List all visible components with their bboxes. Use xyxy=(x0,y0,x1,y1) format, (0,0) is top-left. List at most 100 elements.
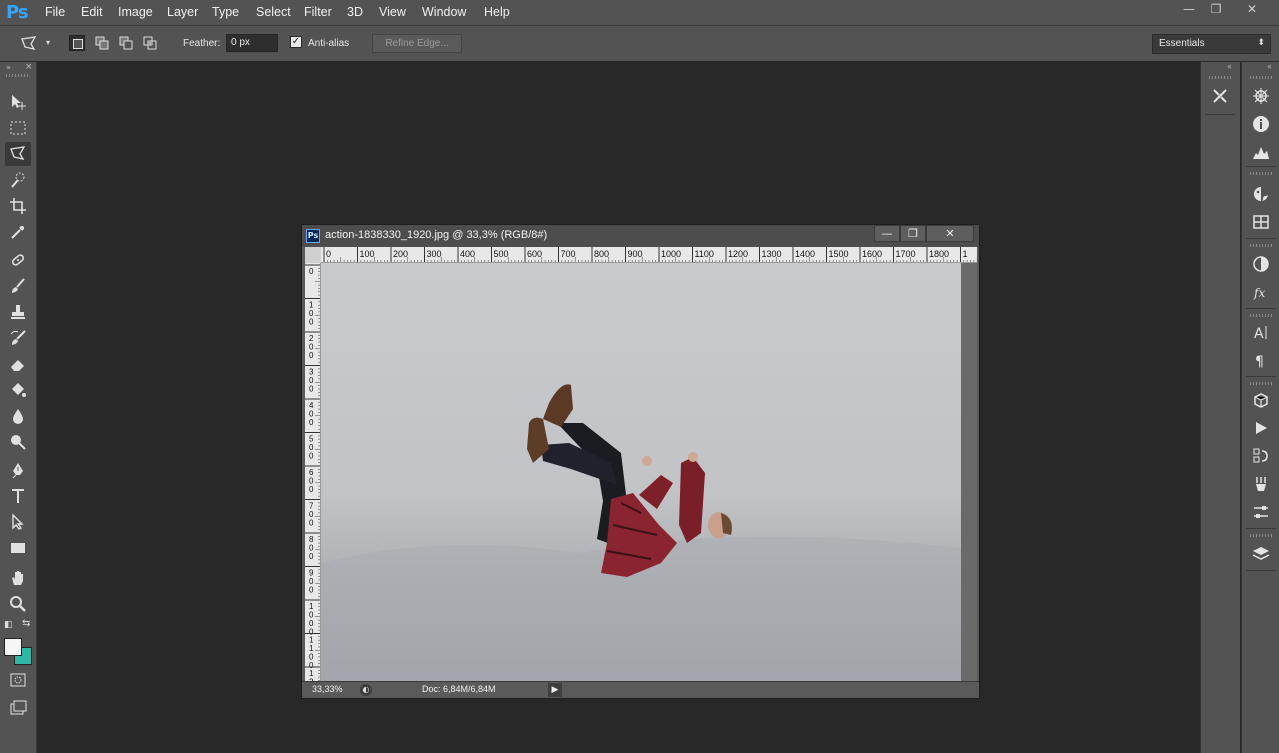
info-panel-button[interactable] xyxy=(1248,112,1274,136)
ruler-tick-label: 800 xyxy=(594,249,609,259)
quick-mask-button[interactable] xyxy=(5,668,31,692)
adjustments-panel-button[interactable] xyxy=(1248,252,1274,276)
menu-file[interactable]: File xyxy=(45,5,65,19)
swatches-panel-button[interactable] xyxy=(1248,210,1274,234)
collapse-panel-icon[interactable]: « xyxy=(1227,62,1232,71)
histogram-panel-button[interactable] xyxy=(1248,140,1274,164)
clone-stamp-tool[interactable] xyxy=(5,300,31,324)
panel-grip[interactable] xyxy=(1250,382,1272,385)
intersect-selection-button[interactable] xyxy=(142,35,158,51)
app-minimize-button[interactable]: — xyxy=(1175,0,1203,18)
document-size-info: Doc: 6,84M/6,84M xyxy=(422,684,496,694)
history-brush-tool[interactable] xyxy=(5,326,31,350)
layers-panel-button[interactable] xyxy=(1248,542,1274,566)
hand-tool[interactable] xyxy=(5,566,31,590)
default-colors-icon[interactable]: ◧ xyxy=(4,620,13,630)
feather-input[interactable]: 0 px xyxy=(226,34,278,52)
refine-edge-button[interactable]: Refine Edge... xyxy=(372,34,462,53)
collapse-panel-icon[interactable]: » xyxy=(6,63,11,72)
panel-grip[interactable] xyxy=(1250,172,1272,175)
menu-edit[interactable]: Edit xyxy=(81,5,103,19)
navigator-panel-button[interactable] xyxy=(1248,84,1274,108)
actions-panel-button[interactable] xyxy=(1248,416,1274,440)
horizontal-ruler[interactable]: 0 100 200 300 400 500 600 700 800 900 1000 1100 1200… xyxy=(321,247,977,263)
doc-minimize-button[interactable]: — xyxy=(874,225,900,242)
image-canvas[interactable] xyxy=(321,263,961,681)
menu-filter[interactable]: Filter xyxy=(304,5,332,19)
document-titlebar[interactable]: Ps action-1838330_1920.jpg @ 33,3% (RGB/… xyxy=(302,225,979,247)
eyedropper-tool[interactable] xyxy=(5,220,31,244)
ps-document-icon: Ps xyxy=(306,229,320,243)
app-restore-button[interactable]: ❐ xyxy=(1202,0,1230,18)
crop-tool[interactable] xyxy=(5,194,31,218)
menu-select[interactable]: Select xyxy=(256,5,291,19)
dodge-tool[interactable] xyxy=(5,430,31,454)
tool-presets-panel-button[interactable] xyxy=(1207,84,1233,108)
foreground-color-swatch[interactable] xyxy=(4,638,22,656)
move-tool[interactable] xyxy=(5,90,31,114)
menu-type[interactable]: Type xyxy=(212,5,239,19)
paint-bucket-icon xyxy=(12,383,26,397)
3d-panel-button[interactable] xyxy=(1248,388,1274,412)
panel-grip[interactable] xyxy=(1250,244,1272,247)
zoom-level[interactable]: 33,33% xyxy=(312,684,343,694)
ruler-origin[interactable] xyxy=(305,247,321,263)
app-close-button[interactable]: ✕ xyxy=(1238,0,1266,18)
add-selection-button[interactable] xyxy=(94,35,110,51)
healing-tool[interactable] xyxy=(5,248,31,272)
subtract-selection-button[interactable] xyxy=(118,35,134,51)
zoom-tool[interactable] xyxy=(5,592,31,616)
marquee-tool[interactable] xyxy=(5,116,31,140)
panel-grip[interactable] xyxy=(6,74,30,77)
screen-mode-button[interactable] xyxy=(5,696,31,720)
lasso-tool[interactable] xyxy=(5,142,31,166)
panel-grip[interactable] xyxy=(1250,314,1272,317)
new-selection-button[interactable] xyxy=(69,35,85,51)
pen-tool[interactable] xyxy=(5,458,31,482)
properties-panel-button[interactable] xyxy=(1248,500,1274,524)
brush-tool[interactable] xyxy=(5,274,31,298)
status-arrow-icon[interactable]: ▶ xyxy=(548,683,562,697)
document-window[interactable]: Ps action-1838330_1920.jpg @ 33,3% (RGB/… xyxy=(301,224,980,699)
vertical-scrollbar[interactable] xyxy=(961,263,977,681)
vertical-ruler[interactable]: 0 100 200 300 400 500 600 700 800 900 1000110012 xyxy=(305,263,321,681)
tool-preset-picker[interactable] xyxy=(20,35,38,53)
menu-layer[interactable]: Layer xyxy=(167,5,198,19)
color-panel-button[interactable] xyxy=(1248,182,1274,206)
ruler-tick-label: 1500 xyxy=(829,249,849,259)
path-selection-tool[interactable] xyxy=(5,510,31,534)
shape-tool[interactable] xyxy=(5,536,31,560)
paragraph-panel-button[interactable]: ¶ xyxy=(1248,348,1274,372)
menu-view[interactable]: View xyxy=(379,5,406,19)
type-tool[interactable] xyxy=(5,484,31,508)
close-panel-icon[interactable]: × xyxy=(25,62,33,72)
brush-presets-panel-button[interactable] xyxy=(1248,472,1274,496)
ruler-tick-label: 900 xyxy=(628,249,643,259)
eraser-tool[interactable] xyxy=(5,352,31,376)
polygonal-lasso-icon xyxy=(10,146,26,160)
character-panel-button[interactable]: A xyxy=(1248,320,1274,344)
panel-grip[interactable] xyxy=(1250,534,1272,537)
panel-grip[interactable] xyxy=(1250,76,1272,79)
ruler-tick-label: 1800 xyxy=(929,249,949,259)
panel-grip[interactable] xyxy=(1209,76,1231,79)
maximize-icon: ❐ xyxy=(908,227,918,240)
paint-bucket-tool[interactable] xyxy=(5,378,31,402)
status-menu-icon[interactable]: ◐ xyxy=(360,684,372,696)
antialias-checkbox[interactable]: ✓ xyxy=(290,36,302,48)
ruler-tick-label: 1700 xyxy=(896,249,916,259)
history-panel-button[interactable] xyxy=(1248,444,1274,468)
menu-help[interactable]: Help xyxy=(484,5,510,19)
menu-image[interactable]: Image xyxy=(118,5,153,19)
doc-maximize-button[interactable]: ❐ xyxy=(900,225,926,242)
chevron-down-icon[interactable]: ▾ xyxy=(46,38,50,47)
collapse-panel-icon[interactable]: « xyxy=(1267,62,1272,71)
blur-tool[interactable] xyxy=(5,404,31,428)
swap-colors-icon[interactable]: ⇆ xyxy=(22,618,30,629)
quick-selection-tool[interactable] xyxy=(5,168,31,192)
workspace-select[interactable]: Essentials ⬍ xyxy=(1152,34,1271,54)
doc-close-button[interactable]: ✕ xyxy=(926,225,974,242)
styles-panel-button[interactable]: fx xyxy=(1248,280,1274,304)
menu-3d[interactable]: 3D xyxy=(347,5,363,19)
menu-window[interactable]: Window xyxy=(422,5,466,19)
